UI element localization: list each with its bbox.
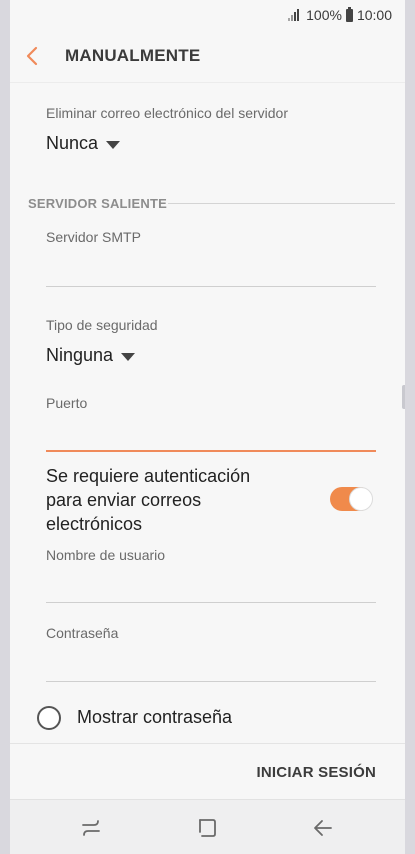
clock-time: 10:00 bbox=[356, 7, 392, 23]
password-label: Contraseña bbox=[46, 625, 119, 641]
chevron-left-icon[interactable] bbox=[24, 45, 40, 67]
status-indicators: 100% 10:00 bbox=[288, 6, 392, 23]
username-label: Nombre de usuario bbox=[46, 547, 166, 563]
security-type-dropdown[interactable]: Ninguna bbox=[46, 345, 136, 366]
toggle-knob bbox=[349, 487, 373, 511]
side-button bbox=[402, 385, 405, 409]
page-title: MANUALMENTE bbox=[65, 46, 201, 65]
dropdown-caret-icon bbox=[106, 140, 121, 149]
recent-apps-icon[interactable] bbox=[80, 817, 102, 839]
username-input[interactable] bbox=[46, 602, 376, 603]
home-icon[interactable] bbox=[196, 817, 218, 839]
port-input[interactable] bbox=[46, 450, 376, 452]
password-input[interactable] bbox=[46, 681, 376, 682]
delete-from-server-value: Nunca bbox=[46, 133, 99, 153]
smtp-server-label: Servidor SMTP bbox=[46, 229, 141, 245]
security-type-label: Tipo de seguridad bbox=[46, 317, 158, 333]
signal-icon bbox=[288, 9, 302, 21]
back-arrow-icon[interactable] bbox=[312, 817, 334, 839]
delete-from-server-label: Eliminar correo electrónico del servidor bbox=[46, 105, 288, 121]
dropdown-caret-icon bbox=[121, 352, 136, 361]
auth-required-label: Se requiere autenticación para enviar co… bbox=[46, 466, 251, 534]
action-bar: INICIAR SESIÓN bbox=[10, 743, 405, 800]
section-divider bbox=[168, 203, 395, 204]
section-title-outgoing: SERVIDOR SALIENTE bbox=[28, 196, 167, 211]
navigation-bar bbox=[10, 799, 405, 854]
phone-screen: 100% 10:00 MANUALMENTE Eliminar correo e… bbox=[10, 0, 405, 854]
status-bar: 100% 10:00 bbox=[10, 0, 405, 30]
delete-from-server-dropdown[interactable]: Nunca bbox=[46, 133, 121, 154]
security-type-value: Ninguna bbox=[46, 345, 114, 365]
app-bar: MANUALMENTE bbox=[10, 30, 405, 83]
smtp-server-input[interactable] bbox=[46, 286, 376, 287]
show-password-radio[interactable] bbox=[37, 706, 61, 730]
battery-percent: 100% bbox=[306, 7, 342, 23]
auth-required-toggle[interactable] bbox=[330, 487, 373, 511]
sign-in-button[interactable]: INICIAR SESIÓN bbox=[257, 764, 376, 781]
show-password-label[interactable]: Mostrar contraseña bbox=[77, 707, 232, 728]
battery-icon bbox=[345, 6, 353, 22]
port-label: Puerto bbox=[46, 395, 88, 411]
